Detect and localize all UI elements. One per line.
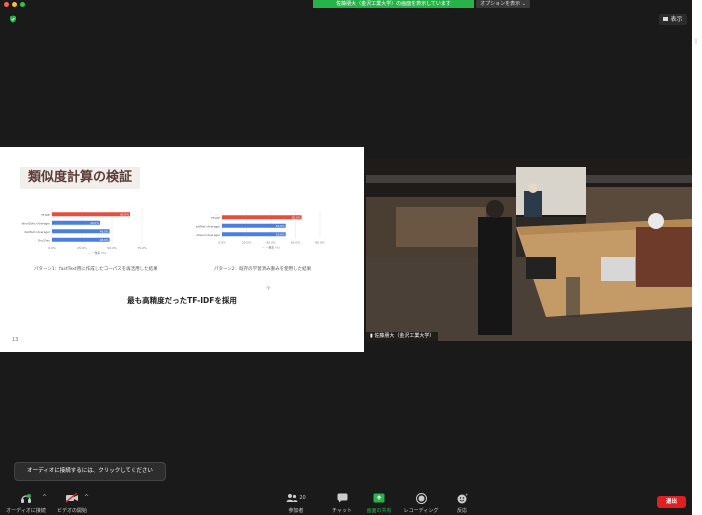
- audio-options-chevron-icon[interactable]: ^: [42, 494, 47, 501]
- leave-meeting-button[interactable]: 退出: [657, 496, 686, 508]
- chart-pattern-2: 0.0% 20.0% 40.0% 60.0% 80.0% TF-IDF 65.0% fastT…: [196, 209, 346, 261]
- x-tick-label: 50.0%: [107, 246, 117, 250]
- share-screen-button[interactable]: 画面の共有: [364, 492, 394, 514]
- participants-count: 20: [299, 495, 306, 501]
- video-frame-image: [366, 157, 692, 341]
- slide-conclusion: 最も高精度だったTF-IDFを採用: [127, 296, 237, 305]
- bar: [222, 215, 302, 220]
- start-video-label: ビデオの開始: [56, 508, 87, 514]
- chat-button[interactable]: チャット: [329, 492, 355, 514]
- reactions-label: 反応: [456, 508, 467, 514]
- category-label: TF-IDF: [210, 216, 220, 220]
- zoom-window-button[interactable]: [20, 2, 25, 7]
- title-bar: 佐藤朋大（金沢工業大学）の画面を表示しています オプションを表示 ⌄: [0, 0, 692, 9]
- legend-label: — 一致率 (%): [88, 251, 106, 255]
- view-label: 表示: [670, 16, 683, 23]
- share-screen-label: 画面の共有: [366, 508, 392, 514]
- chat-bubble-icon: [337, 493, 347, 503]
- caption-pattern-2: パターン2：既存の学習済み重みを使用した結果: [214, 267, 312, 272]
- data-label: 48.0%: [100, 238, 109, 242]
- x-tick-label: 25.0%: [77, 246, 87, 250]
- view-options-button[interactable]: オプションを表示 ⌄: [476, 0, 530, 8]
- record-icon: [415, 492, 427, 504]
- chevron-down-icon: ⌄: [521, 1, 526, 7]
- encryption-shield-icon[interactable]: [9, 15, 17, 23]
- view-button[interactable]: 表示: [659, 14, 687, 25]
- chat-label: チャット: [332, 508, 352, 514]
- bar-chart-2: 0.0% 20.0% 40.0% 60.0% 80.0% TF-IDF 65.0% fastT…: [196, 211, 325, 250]
- view-layout-icon: [663, 17, 669, 21]
- legend-label: — 一致率 (%): [262, 246, 280, 250]
- data-label: 40.0%: [90, 221, 99, 225]
- minimize-window-button[interactable]: [12, 2, 17, 7]
- participant-name-label: ▮ 佐藤朋大（金沢工業大学）: [366, 332, 439, 341]
- right-edge-strip: |: [692, 0, 702, 515]
- view-options-label: オプションを表示: [480, 1, 521, 7]
- record-button[interactable]: レコーディング: [400, 492, 442, 514]
- slide-title: 類似度計算の検証: [20, 167, 141, 189]
- crosshair-cursor-icon: ✛: [266, 285, 272, 292]
- caption-pattern-1: パターン1：fastText用に作成したコーパスを再活用した結果: [34, 267, 158, 272]
- x-tick-label: 0.0%: [218, 241, 226, 245]
- category-label: fastText (Average): [196, 224, 220, 228]
- svg-text:+: +: [465, 493, 468, 497]
- category-label: Word2Vec (Average): [22, 221, 50, 225]
- bar-chart-1: 0.0% 25.0% 50.0% 75.0% TF-IDF 65.0% Word2Vec (…: [22, 208, 147, 255]
- headphone-icon: [21, 493, 31, 503]
- data-label: 65.0%: [120, 213, 129, 217]
- category-label: TF-IDF: [40, 213, 50, 217]
- slide-page-number: 13: [12, 337, 19, 343]
- reactions-button[interactable]: + 反応: [452, 492, 472, 515]
- video-options-chevron-icon[interactable]: ^: [84, 494, 89, 501]
- shared-slide: 類似度計算の検証 0.0% 25.0% 50.0% 75.0% TF-IDF 65.0% W…: [0, 147, 364, 352]
- data-label: 65.0%: [292, 216, 301, 220]
- x-tick-label: 80.0%: [315, 241, 325, 245]
- close-window-button[interactable]: [4, 2, 9, 7]
- participants-icon: [286, 494, 298, 502]
- category-label: fastText (Subword Average): [196, 233, 220, 237]
- participants-label: 参加者: [288, 508, 304, 514]
- chart-pattern-1: 0.0% 25.0% 50.0% 75.0% TF-IDF 65.0% Word2Vec (…: [20, 207, 180, 265]
- data-label: 52.0%: [276, 233, 285, 237]
- emoji-reaction-icon: +: [457, 493, 468, 503]
- x-tick-label: 0.0%: [48, 246, 56, 250]
- meeting-toolbar: オーディオに接続 ^ ビデオの開始 ^ 20 参加者 チャット 画面の共有 レコ…: [0, 489, 692, 515]
- zoom-window: 佐藤朋大（金沢工業大学）の画面を表示しています オプションを表示 ⌄ 表示 類似…: [0, 0, 692, 515]
- participant-video[interactable]: ▮ 佐藤朋大（金沢工業大学）: [366, 157, 692, 341]
- x-tick-label: 75.0%: [137, 246, 147, 250]
- join-audio-label: オーディオに接続: [6, 508, 46, 514]
- edge-mark-icon: |: [695, 38, 698, 45]
- video-off-icon: [65, 493, 78, 503]
- record-label: レコーディング: [403, 508, 439, 514]
- screen-share-banner: 佐藤朋大（金沢工業大学）の画面を表示しています: [313, 0, 474, 8]
- bar: [52, 212, 130, 217]
- audio-connect-tooltip[interactable]: オーディオに接続するには、クリックしてください: [14, 462, 166, 481]
- x-tick-label: 60.0%: [291, 241, 301, 245]
- signal-bars-icon: ▮: [370, 333, 373, 339]
- participant-name: 佐藤朋大（金沢工業大学）: [374, 333, 435, 339]
- category-label: fastText (Average): [25, 230, 50, 234]
- participants-button[interactable]: 20 参加者: [282, 492, 310, 514]
- data-label: 52.0%: [276, 224, 285, 228]
- data-label: 48.0%: [100, 230, 109, 234]
- category-label: Doc2Vec: [38, 238, 51, 242]
- x-tick-label: 40.0%: [266, 241, 276, 245]
- share-screen-icon: [373, 493, 385, 503]
- x-tick-label: 20.0%: [242, 241, 252, 245]
